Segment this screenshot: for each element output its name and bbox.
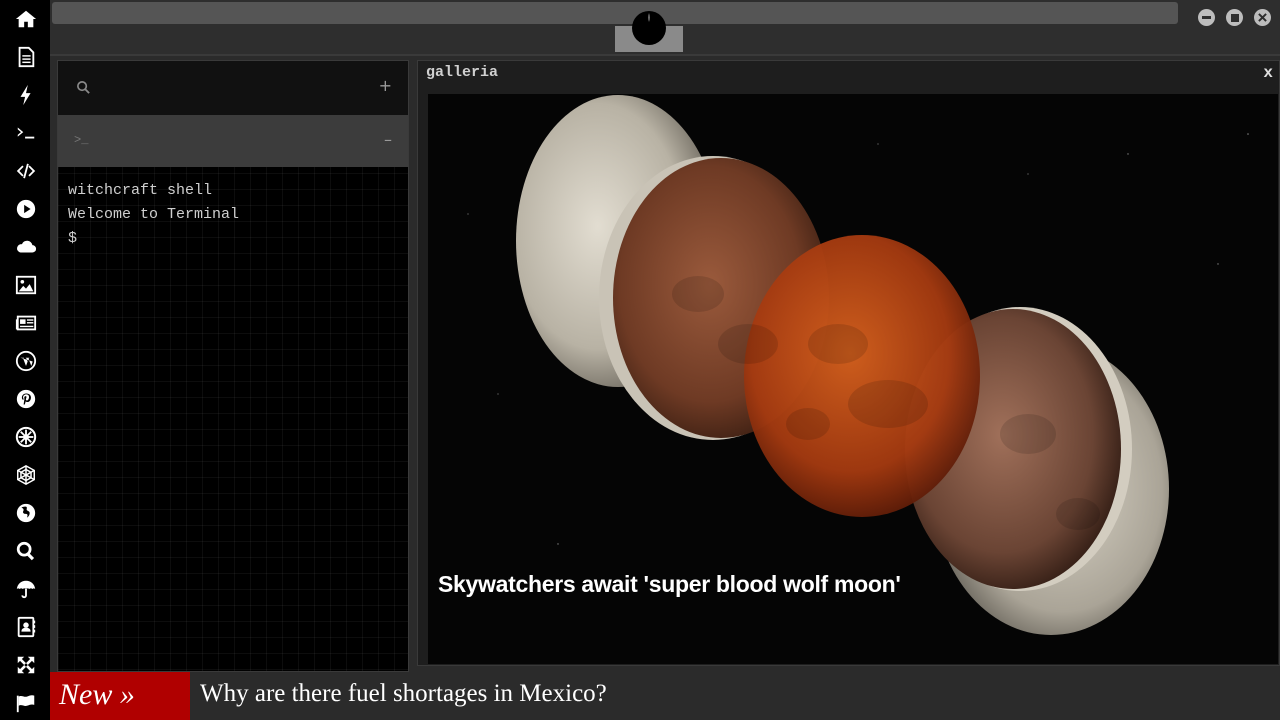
cloud-icon[interactable] bbox=[13, 234, 39, 260]
prompt-icon: >_ bbox=[74, 133, 89, 147]
contacts-icon[interactable] bbox=[13, 614, 39, 640]
document-icon[interactable] bbox=[13, 44, 39, 70]
collapse-session-button[interactable]: – bbox=[384, 130, 392, 149]
terminal-prompt: $ bbox=[68, 230, 78, 247]
pinterest-icon[interactable] bbox=[13, 386, 39, 412]
galleria-panel: galleria x Skywatchers await 'super bloo… bbox=[417, 60, 1280, 666]
search-icon[interactable] bbox=[13, 538, 39, 564]
gallery-image[interactable]: Skywatchers await 'super blood wolf moon… bbox=[428, 94, 1278, 664]
network-icon[interactable] bbox=[13, 462, 39, 488]
home-icon[interactable] bbox=[13, 6, 39, 32]
image-caption: Skywatchers await 'super blood wolf moon… bbox=[438, 571, 901, 597]
empire-icon[interactable] bbox=[13, 424, 39, 450]
new-badge: New » bbox=[50, 672, 190, 720]
terminal-icon[interactable] bbox=[13, 120, 39, 146]
close-window-button[interactable] bbox=[1254, 9, 1271, 26]
maximize-window-button[interactable] bbox=[1226, 9, 1243, 26]
close-panel-button[interactable]: x bbox=[1263, 64, 1273, 82]
rebel-alliance-logo-icon bbox=[632, 8, 666, 46]
code-icon[interactable] bbox=[13, 158, 39, 184]
newspaper-icon[interactable] bbox=[13, 310, 39, 336]
bolt-icon[interactable] bbox=[13, 82, 39, 108]
app-sidebar bbox=[0, 0, 50, 720]
terminal-line: Welcome to Terminal bbox=[68, 206, 240, 223]
terminal-output[interactable]: witchcraft shell Welcome to Terminal $ bbox=[68, 179, 398, 251]
terminal-line: witchcraft shell bbox=[68, 182, 213, 199]
add-session-button[interactable]: + bbox=[379, 76, 392, 95]
terminal-session-tab[interactable]: >_ – bbox=[58, 115, 408, 167]
umbrella-icon[interactable] bbox=[13, 576, 39, 602]
search-icon[interactable] bbox=[76, 80, 91, 100]
expand-icon[interactable] bbox=[13, 652, 39, 678]
news-ticker: New » Why are there fuel shortages in Me… bbox=[50, 672, 1280, 720]
terminal-panel: + >_ – witchcraft shell Welcome to Termi… bbox=[57, 60, 409, 672]
play-icon[interactable] bbox=[13, 196, 39, 222]
globe-icon[interactable] bbox=[13, 500, 39, 526]
ticker-headline[interactable]: Why are there fuel shortages in Mexico? bbox=[200, 672, 607, 720]
panel-title: galleria bbox=[426, 64, 499, 81]
image-icon[interactable] bbox=[13, 272, 39, 298]
address-bar[interactable] bbox=[52, 2, 1178, 24]
wordpress-icon[interactable] bbox=[13, 348, 39, 374]
flag-icon[interactable] bbox=[13, 690, 39, 716]
terminal-search-bar[interactable]: + bbox=[58, 61, 408, 115]
minimize-window-button[interactable] bbox=[1198, 9, 1215, 26]
